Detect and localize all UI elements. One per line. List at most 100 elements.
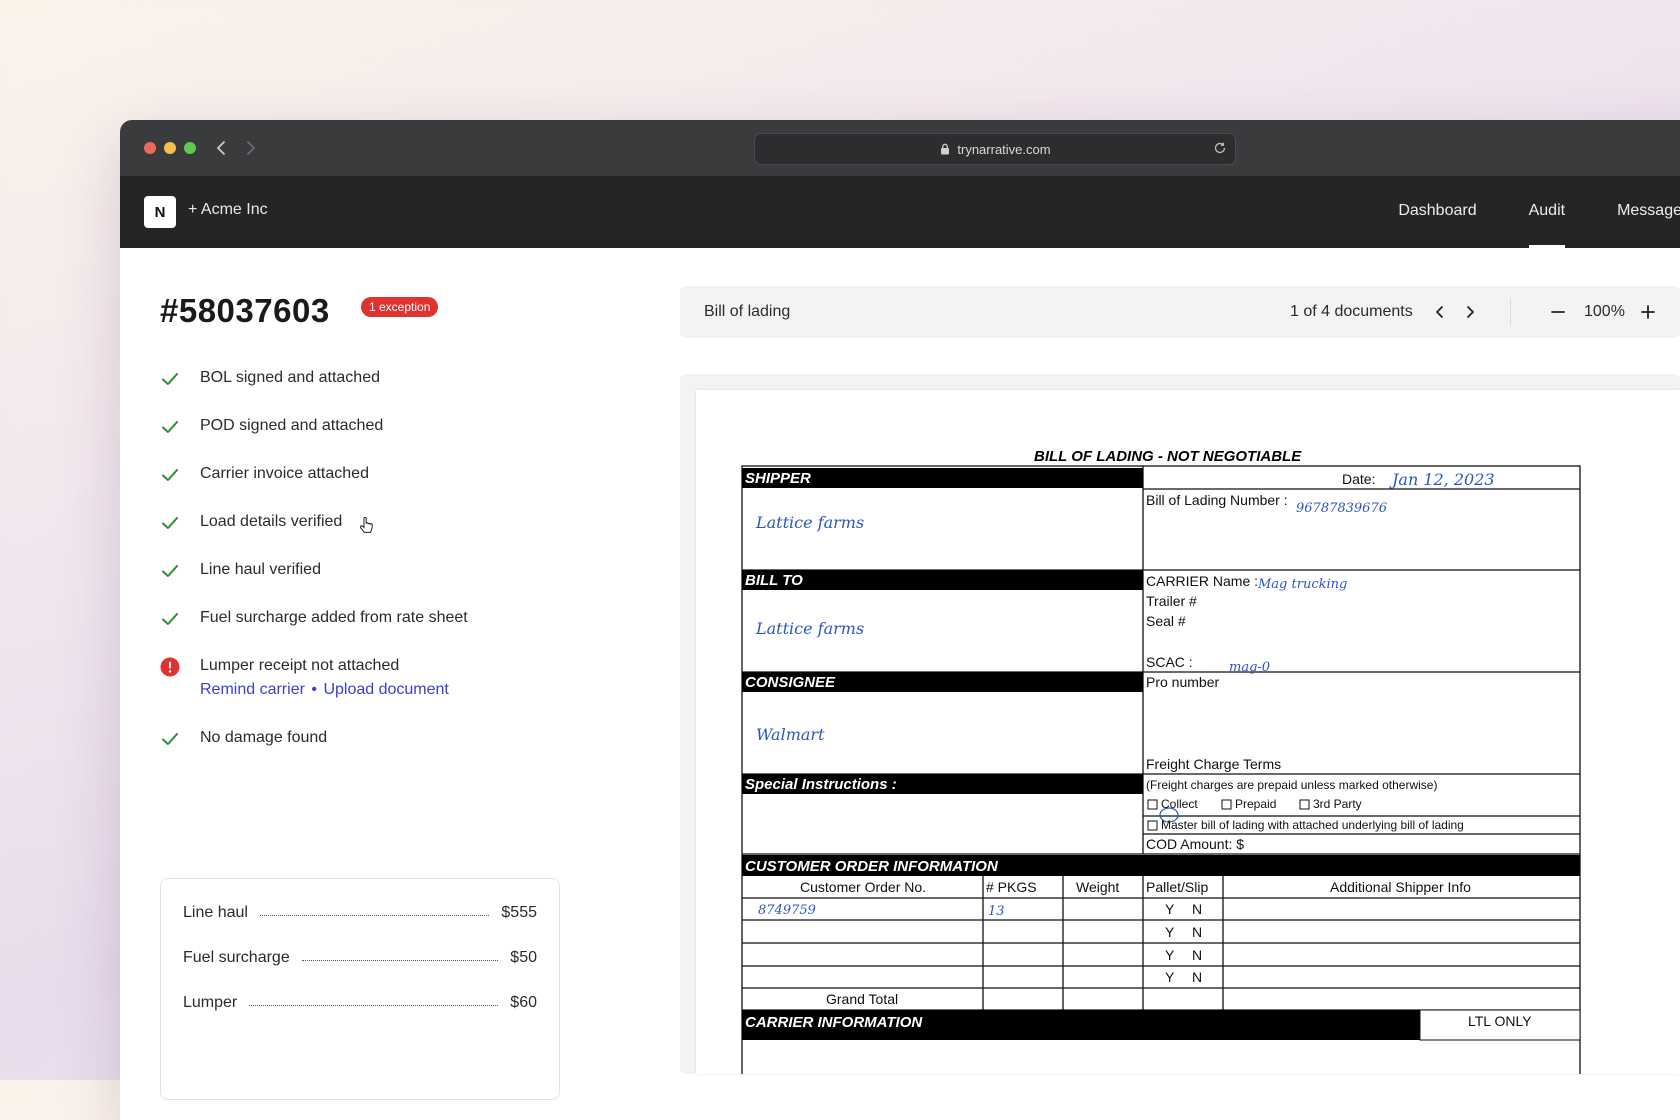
grand-total-label: Grand Total xyxy=(826,991,898,1007)
check-icon xyxy=(162,469,178,481)
consignee-value: Walmart xyxy=(756,725,825,744)
forward-arrow-icon[interactable] xyxy=(238,134,262,162)
carrier-name-value: Mag trucking xyxy=(1257,577,1347,592)
check-icon xyxy=(162,517,178,529)
exception-badge: 1 exception xyxy=(361,297,439,317)
nav-messages[interactable]: Messages xyxy=(1617,176,1680,248)
previous-document-icon[interactable] xyxy=(1430,301,1450,323)
cost-amount: $555 xyxy=(501,904,537,921)
browser-window: trynarrative.com N + Acme Inc Dashboard … xyxy=(120,120,1680,1120)
date-value: Jan 12, 2023 xyxy=(1389,470,1495,489)
billto-value: Lattice farms xyxy=(755,619,864,638)
consignee-head: CONSIGNEE xyxy=(745,674,836,691)
check-item: Fuel surcharge added from rate sheet xyxy=(160,603,580,651)
ltl-label: LTL ONLY xyxy=(1468,1013,1532,1029)
bol-number-label: Bill of Lading Number : xyxy=(1146,492,1288,508)
pallet-yes: Y xyxy=(1165,947,1175,963)
reload-icon[interactable] xyxy=(1213,141,1227,155)
billto-head: BILL TO xyxy=(745,572,803,589)
action-separator: • xyxy=(311,681,317,698)
document-type: Bill of lading xyxy=(704,303,791,320)
cost-amount: $50 xyxy=(510,949,537,966)
nav-audit[interactable]: Audit xyxy=(1528,176,1566,248)
prepaid-checkbox[interactable] xyxy=(1221,799,1232,810)
hand-pointer-icon xyxy=(360,517,373,533)
minimize-window-button[interactable] xyxy=(164,142,176,154)
document-frame: BILL OF LADING - NOT NEGOTIABLE SHIPPER … xyxy=(680,374,1680,1074)
browser-chrome: trynarrative.com xyxy=(120,120,1680,176)
check-label: Lumper receipt not attached xyxy=(200,657,400,674)
load-id: #58037603 xyxy=(160,292,330,329)
top-nav: Dashboard Audit Messages xyxy=(1346,176,1680,248)
carrier-name-label: CARRIER Name : xyxy=(1146,573,1258,589)
master-bol-label: Master bill of lading with attached unde… xyxy=(1161,818,1464,832)
check-label: BOL signed and attached xyxy=(200,369,380,386)
master-bol-checkbox[interactable] xyxy=(1147,820,1158,831)
dot-leader xyxy=(259,914,490,916)
scac-label: SCAC : xyxy=(1146,654,1193,670)
third-party-label: 3rd Party xyxy=(1313,797,1362,811)
pallet-yes: Y xyxy=(1165,924,1175,940)
document-count: 1 of 4 documents xyxy=(1290,303,1413,320)
check-item-exception: Lumper receipt not attached Remind carri… xyxy=(160,651,580,723)
document-toolbar: Bill of lading 1 of 4 documents 100% xyxy=(680,286,1680,338)
pallet-yes: Y xyxy=(1165,901,1175,917)
cost-label: Fuel surcharge xyxy=(183,949,290,966)
col-pkgs: # PKGS xyxy=(986,879,1037,895)
zoom-in-icon[interactable] xyxy=(1638,302,1658,322)
pallet-yes: Y xyxy=(1165,969,1175,985)
col-order: Customer Order No. xyxy=(800,879,926,895)
check-item: No damage found xyxy=(160,723,580,771)
cost-label: Line haul xyxy=(183,904,248,921)
shipper-head: SHIPPER xyxy=(745,470,811,487)
third-party-checkbox[interactable] xyxy=(1299,799,1310,810)
freight-terms-label: Freight Charge Terms xyxy=(1146,756,1281,772)
bol-number-value: 96787839676 xyxy=(1296,501,1387,516)
check-item: POD signed and attached xyxy=(160,411,580,459)
check-item: Line haul verified xyxy=(160,555,580,603)
cost-amount: $60 xyxy=(510,994,537,1011)
bol-title: BILL OF LADING - NOT NEGOTIABLE xyxy=(1034,448,1302,465)
nav-dashboard[interactable]: Dashboard xyxy=(1398,176,1476,248)
freight-note: (Freight charges are prepaid unless mark… xyxy=(1146,778,1437,792)
zoom-out-icon[interactable] xyxy=(1548,302,1568,322)
cost-breakdown: Line haul $555 Fuel surcharge $50 Lumper… xyxy=(160,878,560,1100)
maximize-window-button[interactable] xyxy=(184,142,196,154)
col-info: Additional Shipper Info xyxy=(1330,879,1471,895)
check-icon xyxy=(162,733,178,745)
prepaid-label: Prepaid xyxy=(1235,797,1276,811)
carrier-info-head: CARRIER INFORMATION xyxy=(745,1014,923,1031)
org-switcher[interactable]: + Acme Inc xyxy=(188,201,268,219)
app-header: N + Acme Inc Dashboard Audit Messages xyxy=(120,176,1680,248)
app-logo[interactable]: N xyxy=(144,196,176,228)
next-document-icon[interactable] xyxy=(1460,301,1480,323)
check-item: Load details verified xyxy=(160,507,580,555)
check-item: Carrier invoice attached xyxy=(160,459,580,507)
order-no-value: 8749759 xyxy=(758,903,816,918)
pallet-no: N xyxy=(1192,969,1202,985)
cod-label: COD Amount: $ xyxy=(1146,836,1244,852)
remind-carrier-link[interactable]: Remind carrier xyxy=(200,681,305,698)
date-label: Date: xyxy=(1342,471,1375,487)
check-item: BOL signed and attached xyxy=(160,363,580,411)
zoom-level: 100% xyxy=(1584,303,1625,320)
special-head: Special Instructions : xyxy=(745,776,897,793)
bol-page: BILL OF LADING - NOT NEGOTIABLE SHIPPER … xyxy=(696,390,1680,1074)
lock-icon xyxy=(941,143,950,155)
check-label: Fuel surcharge added from rate sheet xyxy=(200,609,468,626)
back-arrow-icon[interactable] xyxy=(210,134,234,162)
check-label: Line haul verified xyxy=(200,561,321,578)
address-bar[interactable]: trynarrative.com xyxy=(754,133,1236,165)
dot-leader xyxy=(301,959,499,961)
upload-document-link[interactable]: Upload document xyxy=(323,681,448,698)
url-text: trynarrative.com xyxy=(957,141,1051,157)
check-icon xyxy=(162,373,178,385)
col-weight: Weight xyxy=(1076,879,1119,895)
col-pallet: Pallet/Slip xyxy=(1146,879,1208,895)
cost-label: Lumper xyxy=(183,994,238,1011)
collect-checkbox[interactable] xyxy=(1147,799,1158,810)
close-window-button[interactable] xyxy=(144,142,156,154)
exception-actions: Remind carrier • Upload document xyxy=(200,681,449,699)
bol-form: BILL OF LADING - NOT NEGOTIABLE SHIPPER … xyxy=(741,448,1581,1074)
pallet-no: N xyxy=(1192,901,1202,917)
